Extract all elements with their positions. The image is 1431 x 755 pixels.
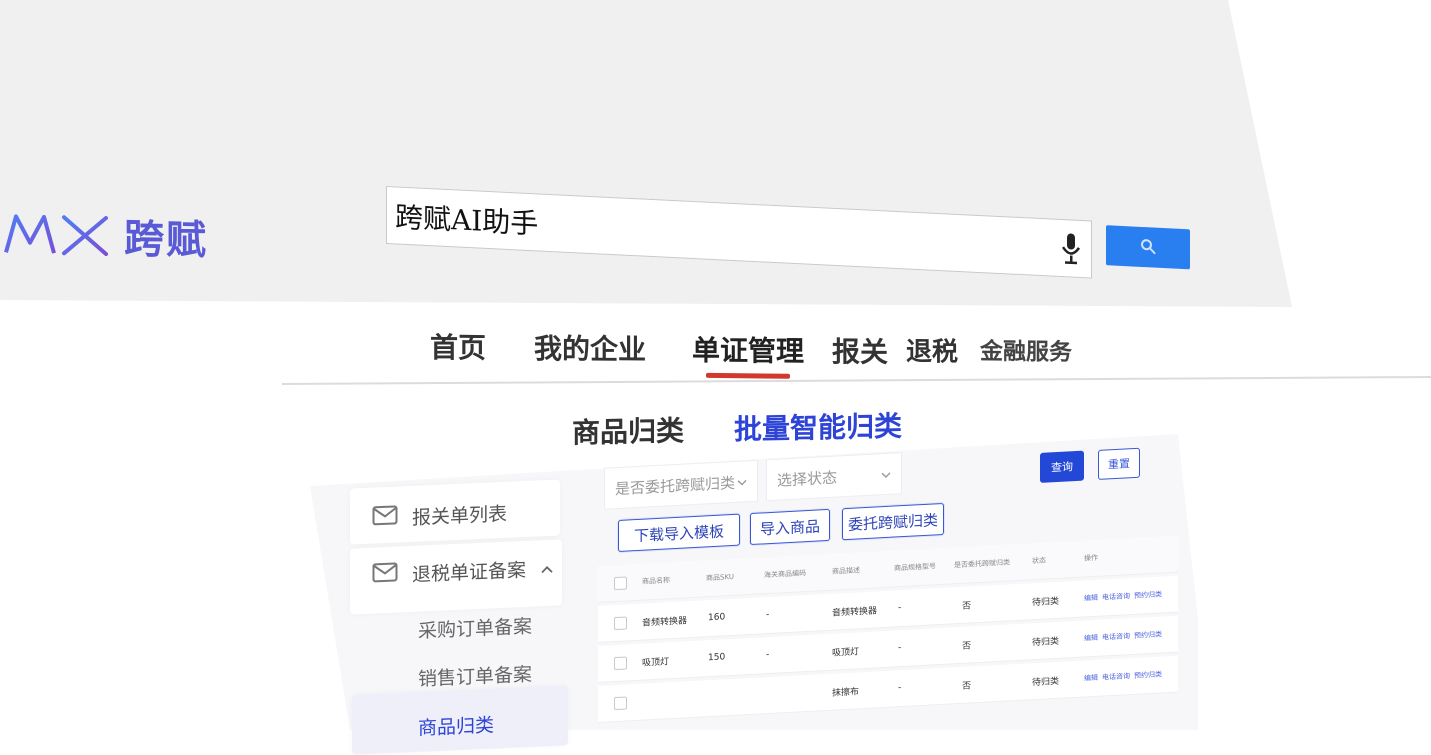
cell-actions: 编辑 电话咨询 预约归类 (1084, 616, 1166, 656)
header-entrust: 是否委托跨赋归类 (954, 558, 1010, 570)
phone-consult-link[interactable]: 电话咨询 (1102, 591, 1130, 602)
sidebar-subitem-sales-order[interactable]: 销售订单备案 (418, 660, 532, 692)
nav-item-document-management[interactable]: 单证管理 (692, 329, 804, 370)
cell-entrust: 否 (962, 600, 972, 612)
sidebar-subitem-purchase-order[interactable]: 采购订单备案 (418, 612, 532, 644)
query-button[interactable]: 查询 (1040, 450, 1084, 483)
header-goods-name: 商品名称 (642, 576, 670, 586)
header-spec: 商品规格型号 (894, 562, 936, 573)
book-classify-link[interactable]: 预约归类 (1134, 629, 1162, 640)
status-select[interactable]: 选择状态 (766, 452, 902, 502)
microphone-icon[interactable] (1060, 231, 1082, 270)
chevron-down-icon (737, 472, 747, 491)
nav-item-tax-refund[interactable]: 退税 (906, 331, 958, 369)
search-button[interactable] (1106, 225, 1190, 270)
sidebar-subitem-goods-classification[interactable]: 商品归类 (418, 710, 494, 740)
cell-status: 待归类 (1032, 596, 1060, 608)
cell-entrust: 否 (962, 680, 972, 692)
logo-mark (2, 208, 114, 260)
header-status: 状态 (1032, 556, 1046, 566)
cell-description: 吸顶灯 (832, 646, 860, 659)
status-select-placeholder: 选择状态 (777, 468, 838, 490)
mail-icon (372, 562, 398, 588)
nav-item-my-company[interactable]: 我的企业 (534, 327, 646, 368)
sidebar-item-label: 报关单列表 (412, 503, 508, 530)
header-description: 商品描述 (832, 566, 860, 576)
cell-sku: 160 (708, 612, 726, 624)
book-classify-link[interactable]: 预约归类 (1134, 589, 1162, 600)
cell-spec: - (898, 643, 902, 654)
nav-item-home[interactable]: 首页 (430, 326, 486, 367)
brand-name: 跨赋 (124, 216, 208, 264)
cell-spec: - (898, 603, 902, 614)
row-checkbox[interactable] (614, 696, 627, 711)
cell-hs-code: - (766, 610, 770, 621)
header-hs-code: 海关商品编码 (764, 569, 806, 580)
edit-link[interactable]: 编辑 (1084, 593, 1098, 604)
edit-link[interactable]: 编辑 (1084, 673, 1098, 684)
entrust-select-placeholder: 是否委托跨赋归类 (615, 473, 736, 498)
mail-icon (372, 505, 398, 531)
chevron-down-icon (881, 465, 891, 484)
cell-entrust: 否 (962, 640, 972, 652)
phone-consult-link[interactable]: 电话咨询 (1102, 671, 1130, 682)
active-nav-underline (706, 372, 790, 379)
cell-hs-code: - (766, 650, 770, 661)
header-actions: 操作 (1084, 553, 1098, 563)
cell-status: 待归类 (1032, 676, 1060, 688)
chevron-up-icon (540, 557, 554, 580)
cell-goods-name: 音频转换器 (642, 615, 688, 629)
nav-item-customs[interactable]: 报关 (832, 330, 888, 371)
entrust-select[interactable]: 是否委托跨赋归类 (604, 459, 758, 510)
book-classify-link[interactable]: 预约归类 (1134, 669, 1162, 680)
cell-status: 待归类 (1032, 636, 1060, 648)
cell-actions: 编辑 电话咨询 预约归类 (1084, 576, 1166, 616)
cell-description: 抹擦布 (832, 686, 860, 699)
cell-spec: - (898, 683, 902, 694)
select-all-checkbox[interactable] (614, 576, 627, 591)
cell-actions: 编辑 电话咨询 预约归类 (1084, 656, 1166, 696)
cell-description: 音频转换器 (832, 605, 878, 619)
header-sku: 商品SKU (706, 572, 734, 583)
nav-item-finance[interactable]: 金融服务 (980, 332, 1072, 367)
tab-goods-classification[interactable]: 商品归类 (572, 409, 684, 451)
phone-consult-link[interactable]: 电话咨询 (1102, 631, 1130, 642)
goods-table: 商品名称 商品SKU 海关商品编码 商品描述 商品规格型号 是否委托跨赋归类 状… (598, 518, 1178, 748)
search-icon (1140, 237, 1156, 257)
reset-button[interactable]: 重置 (1098, 447, 1140, 480)
cell-sku: 150 (708, 652, 726, 664)
cell-goods-name: 吸顶灯 (642, 656, 670, 669)
brand-logo[interactable]: 跨赋 (2, 203, 208, 267)
row-checkbox[interactable] (614, 616, 627, 631)
sidebar-item-label: 退税单证备案 (412, 559, 527, 587)
tab-batch-smart-classification[interactable]: 批量智能归类 (734, 405, 902, 449)
row-checkbox[interactable] (614, 656, 627, 671)
edit-link[interactable]: 编辑 (1084, 633, 1098, 644)
